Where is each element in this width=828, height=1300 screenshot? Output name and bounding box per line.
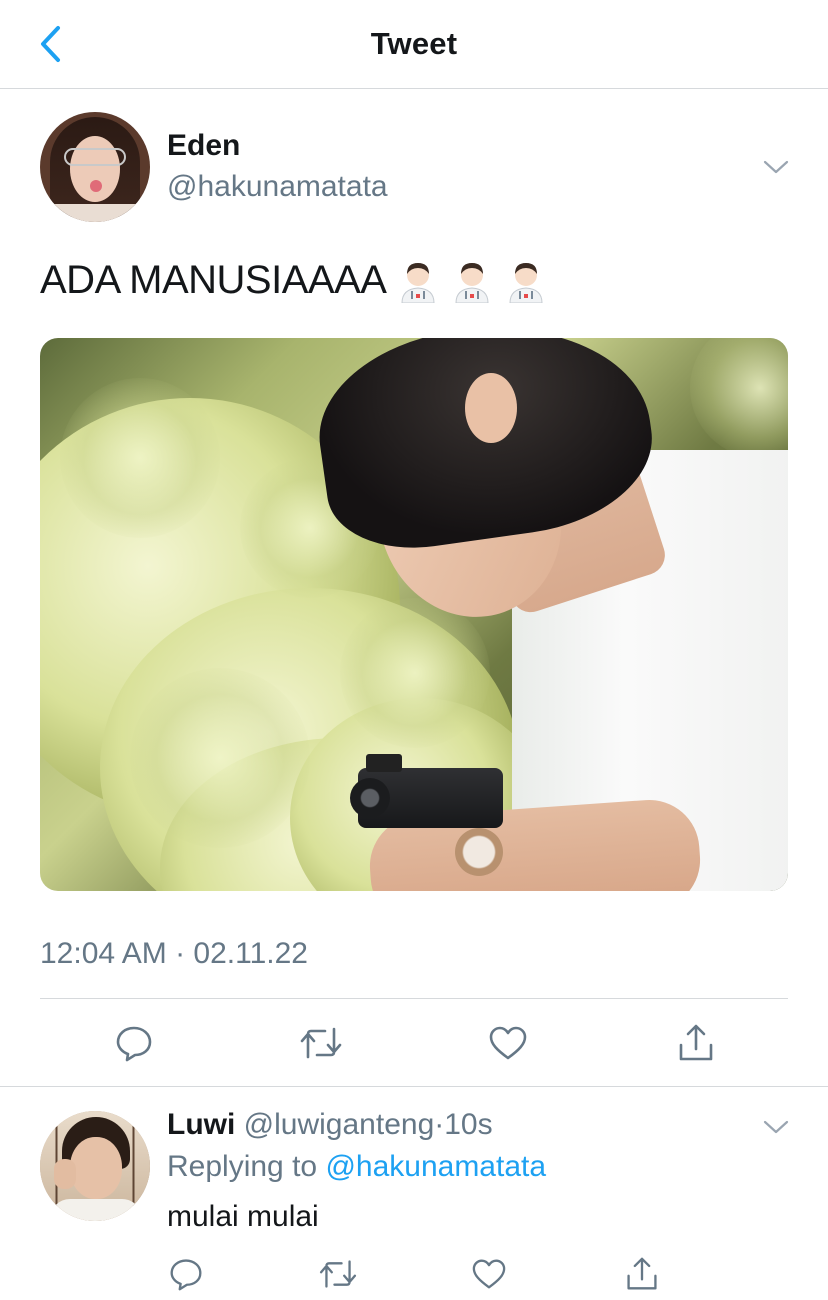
top-bar: Tweet — [0, 0, 828, 89]
page-title: Tweet — [370, 26, 458, 61]
reply-button[interactable] — [109, 1018, 159, 1068]
tweet-text-row: ADA MANUSIAAAA — [40, 258, 546, 303]
man-health-worker-emoji — [455, 262, 489, 303]
man-health-worker-emoji — [401, 262, 435, 303]
retweet-button[interactable] — [296, 1018, 346, 1068]
tweet-photo[interactable] — [40, 338, 788, 891]
man-health-worker-emoji — [509, 262, 543, 303]
reply-separator: · — [434, 1108, 445, 1141]
reply-retweet-button[interactable] — [313, 1249, 363, 1299]
author-name[interactable]: Eden — [167, 129, 240, 163]
share-button[interactable] — [671, 1018, 721, 1068]
share-icon — [679, 1024, 713, 1061]
reply-icon — [116, 1026, 152, 1062]
reply-author-name[interactable]: Luwi — [167, 1108, 235, 1141]
avatar[interactable] — [40, 112, 150, 222]
chevron-down-icon — [763, 160, 789, 174]
replying-to: Replying to @hakunamatata — [167, 1150, 546, 1184]
share-icon — [627, 1257, 657, 1290]
chevron-down-icon — [763, 1120, 789, 1134]
reply-author-handle[interactable]: @luwiganteng — [244, 1108, 435, 1141]
reply-header: Luwi @luwiganteng·10s — [167, 1108, 493, 1142]
author-handle[interactable]: @hakunamatata — [167, 170, 388, 204]
tweet-options-button[interactable] — [756, 152, 796, 182]
reply-text: mulai mulai — [167, 1200, 319, 1233]
retweet-icon — [319, 1260, 357, 1288]
reply-like-button[interactable] — [464, 1249, 514, 1299]
tweet-text: ADA MANUSIAAAA — [40, 258, 387, 302]
heart-icon — [489, 1026, 527, 1060]
reply-icon — [170, 1259, 202, 1291]
tweet-timestamp: 12:04 AM · 02.11.22 — [40, 937, 308, 970]
reply-share-button[interactable] — [617, 1249, 667, 1299]
heart-icon — [472, 1259, 506, 1289]
like-button[interactable] — [483, 1018, 533, 1068]
retweet-icon — [300, 1027, 342, 1059]
replying-prefix: Replying to — [167, 1150, 318, 1183]
reply-reply-button[interactable] — [161, 1249, 211, 1299]
replying-mention-link[interactable]: @hakunamatata — [325, 1150, 546, 1183]
divider — [40, 998, 788, 999]
reply-options-button[interactable] — [756, 1112, 796, 1142]
reply-time: 10s — [444, 1108, 493, 1141]
reply-avatar[interactable] — [40, 1111, 150, 1221]
section-divider — [0, 1086, 828, 1087]
